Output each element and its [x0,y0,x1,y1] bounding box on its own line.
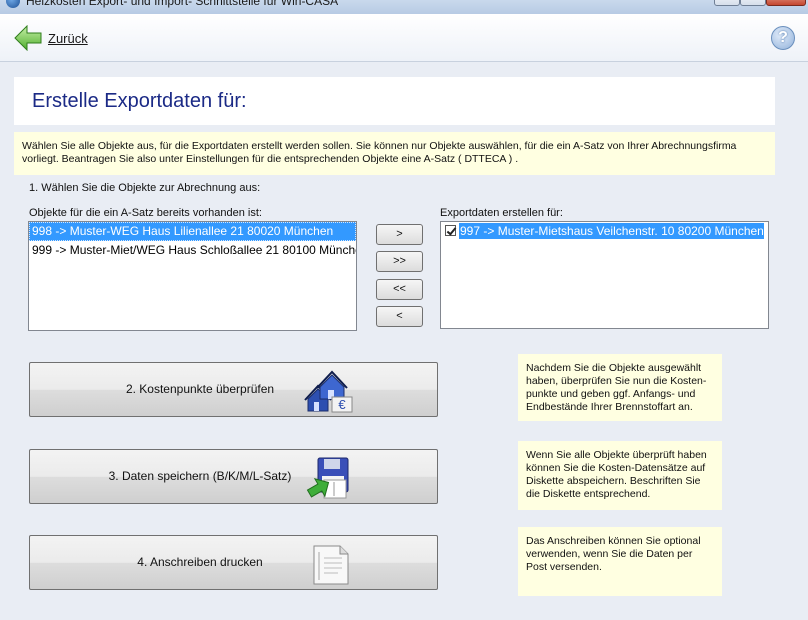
minimize-button[interactable] [714,0,740,6]
list-item[interactable]: 999 -> Muster-Miet/WEG Haus Schloßallee … [29,241,356,260]
page-title: Erstelle Exportdaten für: [32,90,247,112]
note-print-letter: Das Anschreiben können Sie optional verw… [518,527,722,596]
help-icon[interactable]: ? [771,26,795,50]
available-objects-list[interactable]: 998 -> Muster-WEG Haus Lilienallee 21 80… [28,221,357,331]
info-box: Wählen Sie alle Objekte aus, für die Exp… [14,132,775,175]
svg-text:€: € [338,397,346,412]
back-button-label: Zurück [48,30,88,46]
list-item[interactable]: 998 -> Muster-WEG Haus Lilienallee 21 80… [29,222,356,241]
checkbox[interactable] [445,225,456,237]
back-button[interactable]: Zurück [14,24,88,52]
print-letter-button[interactable]: 4. Anschreiben drucken [29,535,438,590]
save-data-button[interactable]: 3. Daten speichern (B/K/M/L-Satz) [29,449,438,504]
remove-all-button[interactable]: << [376,279,423,300]
floppy-save-icon [306,457,349,499]
title-bar: Heizkosten Export- und Import- Schnittst… [0,0,808,14]
arrow-left-icon [14,25,42,51]
heading-panel: Erstelle Exportdaten für: [14,77,775,125]
export-objects-list[interactable]: 997 -> Muster-Mietshaus Veilchenstr. 10 … [440,221,769,329]
add-all-button[interactable]: >> [376,251,423,272]
add-button[interactable]: > [376,224,423,245]
step1-label: 1. Wählen Sie die Objekte zur Abrechnung… [29,182,261,194]
letter-document-icon [313,545,349,585]
note-save-data: Wenn Sie alle Objekte überprüft haben kö… [518,441,722,510]
maximize-button[interactable] [740,0,766,6]
houses-euro-icon: € [304,370,353,413]
available-objects-label: Objekte für die ein A-Satz bereits vorha… [29,207,262,219]
app-icon [6,0,20,8]
note-check-costs: Nachdem Sie die Objekte ausgewählt haben… [518,354,722,421]
check-costs-button[interactable]: 2. Kostenpunkte überprüfen € [29,362,438,417]
close-button[interactable] [766,0,806,6]
export-objects-label: Exportdaten erstellen für: [440,207,563,219]
toolbar: Zurück ? [0,14,808,62]
window-title: Heizkosten Export- und Import- Schnittst… [26,0,339,8]
list-item[interactable]: 997 -> Muster-Mietshaus Veilchenstr. 10 … [441,222,768,241]
remove-button[interactable]: < [376,306,423,327]
